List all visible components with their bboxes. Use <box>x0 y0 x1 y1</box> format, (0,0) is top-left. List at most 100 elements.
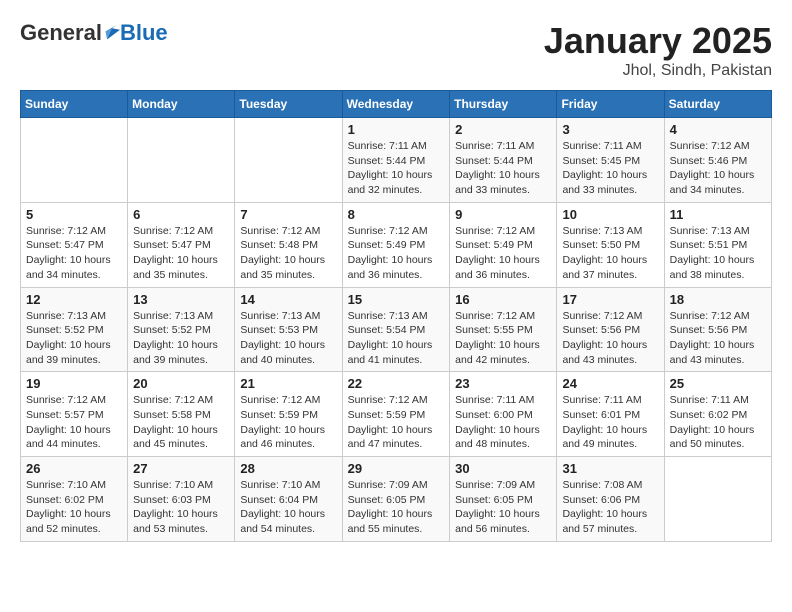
day-info: Sunrise: 7:13 AM Sunset: 5:52 PM Dayligh… <box>133 309 229 368</box>
weekday-header: Friday <box>557 91 664 118</box>
day-number: 11 <box>670 207 766 222</box>
weekday-header: Saturday <box>664 91 771 118</box>
weekday-header: Sunday <box>21 91 128 118</box>
calendar-cell: 16 Sunrise: 7:12 AM Sunset: 5:55 PM Dayli… <box>450 287 557 372</box>
day-number: 31 <box>562 461 658 476</box>
day-number: 25 <box>670 376 766 391</box>
day-info: Sunrise: 7:12 AM Sunset: 5:47 PM Dayligh… <box>133 224 229 283</box>
page-title: January 2025 <box>544 20 772 62</box>
day-info: Sunrise: 7:11 AM Sunset: 6:01 PM Dayligh… <box>562 393 658 452</box>
calendar-cell: 27 Sunrise: 7:10 AM Sunset: 6:03 PM Dayli… <box>128 457 235 542</box>
logo-bird-icon <box>104 23 120 43</box>
day-info: Sunrise: 7:12 AM Sunset: 5:46 PM Dayligh… <box>670 139 766 198</box>
logo-general-text: General <box>20 20 102 46</box>
day-number: 23 <box>455 376 551 391</box>
day-number: 3 <box>562 122 658 137</box>
calendar-cell: 13 Sunrise: 7:13 AM Sunset: 5:52 PM Dayli… <box>128 287 235 372</box>
weekday-header: Monday <box>128 91 235 118</box>
calendar-cell: 4 Sunrise: 7:12 AM Sunset: 5:46 PM Daylig… <box>664 118 771 203</box>
calendar-cell <box>235 118 342 203</box>
day-info: Sunrise: 7:11 AM Sunset: 6:00 PM Dayligh… <box>455 393 551 452</box>
calendar-cell: 19Sunrise: 7:12 AM Sunset: 5:57 PM Dayli… <box>21 372 128 457</box>
day-info: Sunrise: 7:10 AM Sunset: 6:02 PM Dayligh… <box>26 478 122 537</box>
day-info: Sunrise: 7:12 AM Sunset: 5:49 PM Dayligh… <box>348 224 445 283</box>
day-number: 17 <box>562 292 658 307</box>
day-number: 28 <box>240 461 336 476</box>
day-number: 29 <box>348 461 445 476</box>
day-number: 5 <box>26 207 122 222</box>
day-info: Sunrise: 7:13 AM Sunset: 5:54 PM Dayligh… <box>348 309 445 368</box>
day-info: Sunrise: 7:10 AM Sunset: 6:04 PM Dayligh… <box>240 478 336 537</box>
day-info: Sunrise: 7:13 AM Sunset: 5:51 PM Dayligh… <box>670 224 766 283</box>
calendar-week-row: 1 Sunrise: 7:11 AM Sunset: 5:44 PM Daylig… <box>21 118 772 203</box>
calendar-cell: 5 Sunrise: 7:12 AM Sunset: 5:47 PM Daylig… <box>21 202 128 287</box>
day-info: Sunrise: 7:12 AM Sunset: 5:48 PM Dayligh… <box>240 224 336 283</box>
day-number: 12 <box>26 292 122 307</box>
calendar-cell: 2 Sunrise: 7:11 AM Sunset: 5:44 PM Daylig… <box>450 118 557 203</box>
day-info: Sunrise: 7:11 AM Sunset: 6:02 PM Dayligh… <box>670 393 766 452</box>
page-header: General Blue January 2025 Jhol, Sindh, P… <box>20 20 772 80</box>
day-info: Sunrise: 7:11 AM Sunset: 5:45 PM Dayligh… <box>562 139 658 198</box>
day-number: 30 <box>455 461 551 476</box>
calendar-cell: 14Sunrise: 7:13 AM Sunset: 5:53 PM Dayli… <box>235 287 342 372</box>
day-number: 24 <box>562 376 658 391</box>
calendar-cell <box>128 118 235 203</box>
day-info: Sunrise: 7:09 AM Sunset: 6:05 PM Dayligh… <box>455 478 551 537</box>
day-number: 18 <box>670 292 766 307</box>
calendar-cell: 21Sunrise: 7:12 AM Sunset: 5:59 PM Dayli… <box>235 372 342 457</box>
calendar-cell: 11 Sunrise: 7:13 AM Sunset: 5:51 PM Dayli… <box>664 202 771 287</box>
calendar-cell: 7 Sunrise: 7:12 AM Sunset: 5:48 PM Daylig… <box>235 202 342 287</box>
day-number: 6 <box>133 207 229 222</box>
calendar-cell: 8 Sunrise: 7:12 AM Sunset: 5:49 PM Daylig… <box>342 202 450 287</box>
day-info: Sunrise: 7:12 AM Sunset: 5:47 PM Dayligh… <box>26 224 122 283</box>
day-number: 4 <box>670 122 766 137</box>
day-number: 9 <box>455 207 551 222</box>
day-number: 13 <box>133 292 229 307</box>
calendar-cell: 31Sunrise: 7:08 AM Sunset: 6:06 PM Dayli… <box>557 457 664 542</box>
day-info: Sunrise: 7:12 AM Sunset: 5:55 PM Dayligh… <box>455 309 551 368</box>
calendar-cell: 17 Sunrise: 7:12 AM Sunset: 5:56 PM Dayli… <box>557 287 664 372</box>
calendar-cell: 25 Sunrise: 7:11 AM Sunset: 6:02 PM Dayli… <box>664 372 771 457</box>
day-number: 1 <box>348 122 445 137</box>
calendar-header-row: SundayMondayTuesdayWednesdayThursdayFrid… <box>21 91 772 118</box>
calendar-cell: 3 Sunrise: 7:11 AM Sunset: 5:45 PM Daylig… <box>557 118 664 203</box>
day-number: 8 <box>348 207 445 222</box>
calendar-cell: 30 Sunrise: 7:09 AM Sunset: 6:05 PM Dayli… <box>450 457 557 542</box>
day-number: 22 <box>348 376 445 391</box>
day-number: 10 <box>562 207 658 222</box>
calendar-cell: 18Sunrise: 7:12 AM Sunset: 5:56 PM Dayli… <box>664 287 771 372</box>
day-info: Sunrise: 7:11 AM Sunset: 5:44 PM Dayligh… <box>348 139 445 198</box>
calendar-cell: 12Sunrise: 7:13 AM Sunset: 5:52 PM Dayli… <box>21 287 128 372</box>
day-number: 19 <box>26 376 122 391</box>
calendar-cell: 20 Sunrise: 7:12 AM Sunset: 5:58 PM Dayli… <box>128 372 235 457</box>
calendar-cell: 28 Sunrise: 7:10 AM Sunset: 6:04 PM Dayli… <box>235 457 342 542</box>
day-number: 16 <box>455 292 551 307</box>
calendar-cell: 26Sunrise: 7:10 AM Sunset: 6:02 PM Dayli… <box>21 457 128 542</box>
calendar-cell: 15 Sunrise: 7:13 AM Sunset: 5:54 PM Dayli… <box>342 287 450 372</box>
day-info: Sunrise: 7:12 AM Sunset: 5:59 PM Dayligh… <box>348 393 445 452</box>
weekday-header: Wednesday <box>342 91 450 118</box>
calendar-week-row: 5 Sunrise: 7:12 AM Sunset: 5:47 PM Daylig… <box>21 202 772 287</box>
calendar-cell: 1 Sunrise: 7:11 AM Sunset: 5:44 PM Daylig… <box>342 118 450 203</box>
day-number: 27 <box>133 461 229 476</box>
calendar-cell: 10 Sunrise: 7:13 AM Sunset: 5:50 PM Dayli… <box>557 202 664 287</box>
day-info: Sunrise: 7:12 AM Sunset: 5:59 PM Dayligh… <box>240 393 336 452</box>
day-info: Sunrise: 7:13 AM Sunset: 5:50 PM Dayligh… <box>562 224 658 283</box>
day-info: Sunrise: 7:11 AM Sunset: 5:44 PM Dayligh… <box>455 139 551 198</box>
calendar-cell <box>21 118 128 203</box>
day-info: Sunrise: 7:13 AM Sunset: 5:53 PM Dayligh… <box>240 309 336 368</box>
day-info: Sunrise: 7:12 AM Sunset: 5:56 PM Dayligh… <box>562 309 658 368</box>
logo-blue-text: Blue <box>120 20 168 46</box>
weekday-header: Tuesday <box>235 91 342 118</box>
day-info: Sunrise: 7:12 AM Sunset: 5:58 PM Dayligh… <box>133 393 229 452</box>
calendar-cell: 6 Sunrise: 7:12 AM Sunset: 5:47 PM Daylig… <box>128 202 235 287</box>
day-number: 15 <box>348 292 445 307</box>
calendar-week-row: 12 Sunrise: 7:13 AM Sunset: 5:52 PM Dayli… <box>21 287 772 372</box>
day-number: 2 <box>455 122 551 137</box>
weekday-header: Thursday <box>450 91 557 118</box>
calendar-cell: 22 Sunrise: 7:12 AM Sunset: 5:59 PM Dayli… <box>342 372 450 457</box>
day-number: 20 <box>133 376 229 391</box>
day-number: 7 <box>240 207 336 222</box>
day-info: Sunrise: 7:10 AM Sunset: 6:03 PM Dayligh… <box>133 478 229 537</box>
title-block: January 2025 Jhol, Sindh, Pakistan <box>544 20 772 80</box>
